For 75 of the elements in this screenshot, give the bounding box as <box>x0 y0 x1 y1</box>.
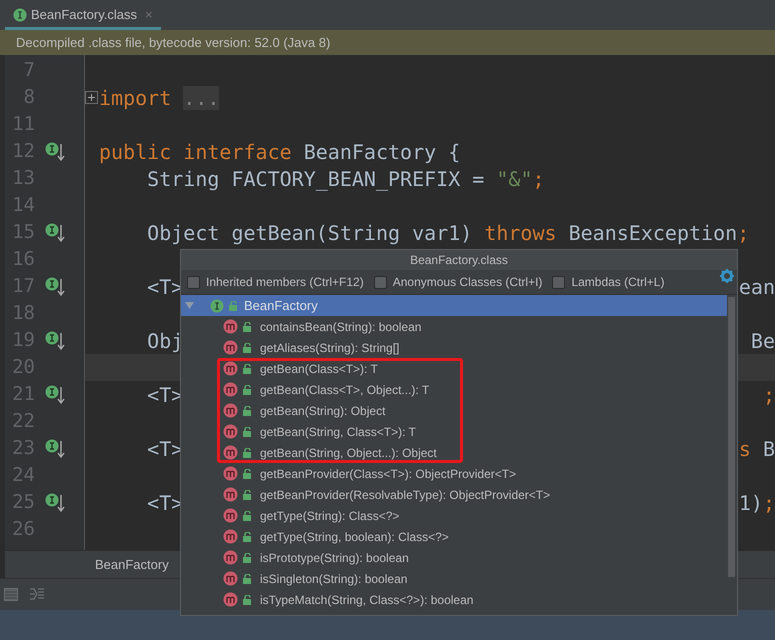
method-icon <box>223 445 238 460</box>
lock-icon <box>243 532 252 542</box>
lock-icon <box>229 300 238 310</box>
implemented-marker-icon[interactable] <box>45 384 67 406</box>
implemented-marker-icon[interactable] <box>45 222 67 244</box>
tree-row[interactable]: getAliases(String): String[] <box>181 337 727 358</box>
code-text: Obj <box>146 328 184 354</box>
method-icon <box>223 508 238 523</box>
implemented-marker-icon[interactable] <box>45 140 67 162</box>
tree-row[interactable]: isTypeMatch(String, Class<?>): boolean <box>181 589 727 610</box>
code-text: s B <box>738 436 775 462</box>
lock-icon <box>243 322 252 332</box>
lock-icon <box>243 490 252 500</box>
method-icon <box>223 487 238 502</box>
method-icon <box>223 592 238 607</box>
tree-row[interactable]: containsBean(String): boolean <box>181 316 727 337</box>
interface-icon <box>13 8 27 22</box>
code-text: public interface BeanFactory { <box>98 138 460 166</box>
code-text: import ... <box>98 84 220 112</box>
lock-icon <box>243 406 252 416</box>
lock-icon <box>243 552 252 562</box>
code-text: ean <box>738 274 775 300</box>
tree-row[interactable]: getBean(Class<T>, Object...): T <box>181 379 727 400</box>
tree-row[interactable]: BeanFactory <box>181 295 727 316</box>
checkbox[interactable] <box>187 276 200 288</box>
method-icon <box>223 571 238 586</box>
lock-icon <box>243 384 252 394</box>
interface-icon <box>210 298 224 312</box>
lock-icon <box>243 468 252 478</box>
method-icon <box>223 466 238 481</box>
code-text: 1); <box>738 490 775 516</box>
method-icon <box>223 424 238 439</box>
tree-row[interactable]: getBean(String): Object <box>181 400 727 421</box>
lock-icon <box>243 510 252 520</box>
code-text: Object getBean(String var1) throws BeansException; <box>146 220 750 246</box>
popup-title: BeanFactory.class <box>410 252 508 269</box>
checkbox-label: Inherited members (Ctrl+F12) <box>206 274 364 291</box>
scrollbar-thumb[interactable] <box>728 297 735 577</box>
settings-icon[interactable] <box>720 269 734 283</box>
tree-row[interactable]: getBean(String, Object...): Object <box>181 442 727 463</box>
method-icon <box>223 529 238 544</box>
tree-row[interactable]: getType(String, boolean): Class<?> <box>181 526 727 547</box>
code-text: String FACTORY_BEAN_PREFIX = "&"; <box>146 166 545 193</box>
tree-row[interactable]: getBean(String, Class<T>): T <box>181 421 727 442</box>
method-icon <box>223 550 238 565</box>
lock-icon <box>243 594 252 604</box>
tree-row[interactable]: isPrototype(String): boolean <box>181 547 727 568</box>
lock-icon <box>243 342 252 352</box>
checkbox[interactable] <box>552 276 566 288</box>
implemented-marker-icon[interactable] <box>45 438 67 460</box>
method-icon <box>223 340 238 355</box>
tree-row[interactable]: getBean(Class<T>): T <box>181 358 727 379</box>
lock-icon <box>243 426 252 436</box>
tree-row[interactable]: getBeanProvider(Class<T>): ObjectProvider<T> <box>181 463 727 484</box>
tree-row[interactable]: getBeanProvider(ResolvableType): ObjectProvider<T> <box>181 484 727 505</box>
checkbox-label: Anonymous Classes (Ctrl+I) <box>392 274 542 291</box>
code-text: ; <box>762 382 775 408</box>
tree-row[interactable]: isSingleton(String): boolean <box>181 568 727 589</box>
checkbox[interactable] <box>374 276 387 288</box>
implemented-marker-icon[interactable] <box>45 276 67 298</box>
info-banner: Decompiled .class file, bytecode version: 52.0 (Java 8) <box>0 30 775 55</box>
fold-expand-icon[interactable] <box>85 91 98 104</box>
implemented-marker-icon[interactable] <box>45 492 67 514</box>
checkbox-label: Lambdas (Ctrl+L) <box>571 274 664 291</box>
method-icon <box>223 382 238 397</box>
tree-row[interactable]: getType(String): Class<?> <box>181 505 727 526</box>
implemented-marker-icon[interactable] <box>45 330 67 352</box>
method-icon <box>223 403 238 418</box>
method-icon <box>223 361 238 376</box>
breadcrumb[interactable]: BeanFactory <box>95 554 169 574</box>
lock-icon <box>243 574 252 584</box>
code-text: Be <box>750 328 775 354</box>
lock-icon <box>243 364 252 374</box>
lock-icon <box>243 448 252 458</box>
method-icon <box>223 319 238 334</box>
